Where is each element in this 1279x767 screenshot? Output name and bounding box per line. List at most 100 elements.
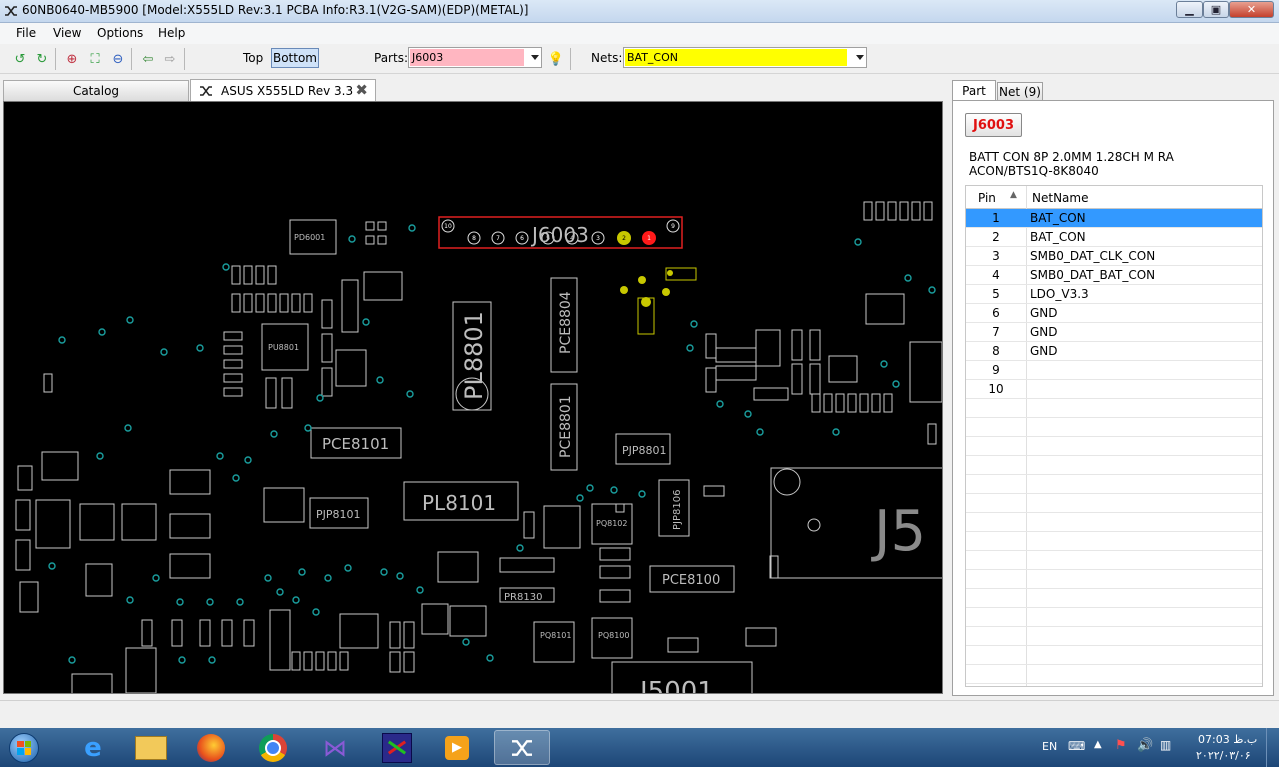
component-outline[interactable] [715, 347, 757, 363]
back-arrow-icon[interactable]: ⇦ [140, 51, 156, 67]
table-row[interactable]: 3 SMB0_DAT_CLK_CON [966, 247, 1262, 266]
component-outline[interactable] [341, 279, 359, 333]
taskbar-explorer[interactable] [124, 730, 178, 765]
component-outline[interactable] [121, 503, 157, 541]
forward-arrow-icon[interactable]: ⇨ [162, 51, 178, 67]
component-outline[interactable] [71, 673, 113, 693]
component-outline[interactable] [169, 513, 211, 539]
taskbar: e ⋈ ▶ EN ⌨ ▲ ⚑ 🔊 ▥ 07:03 ب.ظ ۲۰۲۲/۰۳/۰۶ [0, 728, 1279, 767]
taskbar-ie[interactable]: e [66, 730, 120, 765]
clock-date[interactable]: ۲۰۲۲/۰۳/۰۶ [1196, 749, 1251, 762]
table-row[interactable]: 10 [966, 380, 1262, 399]
table-row[interactable]: 8 GND [966, 342, 1262, 361]
close-button[interactable]: ✕ [1229, 1, 1274, 18]
lightbulb-icon[interactable]: 💡 [548, 51, 564, 67]
tab-net[interactable]: Net (9) [997, 82, 1043, 101]
rotate-left-icon[interactable]: ↺ [12, 51, 28, 67]
component-outline[interactable] [667, 637, 699, 653]
table-row[interactable]: 4 SMB0_DAT_BAT_CON [966, 266, 1262, 285]
component-outline[interactable] [125, 647, 157, 693]
table-row[interactable]: 9 [966, 361, 1262, 380]
volume-icon[interactable]: 🔊 [1137, 738, 1153, 753]
component-outline[interactable] [807, 518, 821, 532]
component-outline[interactable] [753, 387, 789, 401]
taskbar-visual-studio[interactable]: ⋈ [308, 730, 362, 765]
taskbar-boardviewer[interactable] [494, 730, 550, 765]
chevron-down-icon[interactable] [856, 55, 864, 60]
component-outline[interactable] [263, 487, 305, 523]
menu-options[interactable]: Options [97, 26, 143, 40]
component-outline[interactable] [773, 468, 801, 496]
part-label: PJP8106 [672, 490, 683, 530]
pin-column-header[interactable]: Pin [978, 191, 996, 205]
component-outline[interactable] [79, 503, 115, 541]
tab-part[interactable]: Part [952, 80, 996, 101]
tab-board[interactable]: ASUS X555LD Rev 3.3 ✖ [190, 79, 376, 101]
component-outline[interactable] [421, 603, 449, 635]
language-indicator[interactable]: EN [1042, 740, 1057, 753]
table-row[interactable]: 2 BAT_CON [966, 228, 1262, 247]
bottom-side-button[interactable]: Bottom [271, 48, 319, 68]
keyboard-icon[interactable]: ⌨ [1068, 739, 1085, 753]
component-outline[interactable] [35, 499, 71, 549]
menu-bar: File View Options Help [0, 23, 1279, 44]
table-row[interactable]: 1 BAT_CON [966, 209, 1262, 228]
top-side-button[interactable]: Top [243, 51, 263, 65]
menu-help[interactable]: Help [158, 26, 185, 40]
pin-number-cell: 6 [992, 306, 1000, 320]
table-row[interactable]: 7 GND [966, 323, 1262, 342]
taskbar-chrome[interactable] [246, 730, 300, 765]
component-outline[interactable] [909, 341, 942, 403]
component-outline[interactable] [865, 293, 905, 325]
component-outline[interactable] [449, 605, 487, 637]
component-outline[interactable] [533, 621, 575, 663]
parts-combobox[interactable]: J6003 [408, 47, 542, 68]
part-label: PQ8100 [598, 631, 629, 640]
component-outline[interactable] [543, 505, 581, 549]
component-outline[interactable] [269, 609, 291, 671]
component-outline[interactable] [437, 551, 479, 583]
nets-value: BAT_CON [625, 49, 847, 66]
menu-view[interactable]: View [53, 26, 81, 40]
close-tab-icon[interactable]: ✖ [355, 81, 368, 99]
network-icon[interactable]: ▥ [1160, 738, 1171, 752]
table-row[interactable]: 5 LDO_V3.3 [966, 285, 1262, 304]
toolbar-separator [55, 48, 56, 70]
toolbar-separator [184, 48, 185, 70]
component-outline[interactable] [715, 365, 757, 381]
rotate-right-icon[interactable]: ↻ [34, 51, 50, 67]
component-outline[interactable] [169, 469, 211, 495]
maximize-button[interactable]: ▣ [1203, 1, 1229, 18]
nets-combobox[interactable]: BAT_CON [623, 47, 867, 68]
fit-view-icon[interactable]: ⛶ [87, 51, 103, 67]
zoom-in-icon[interactable]: ⊕ [64, 51, 80, 67]
menu-file[interactable]: File [16, 26, 36, 40]
tab-catalog[interactable]: Catalog [3, 80, 189, 101]
board-view-canvas[interactable]: 10 8 7 6 5 4 3 2 1 9 J6003 PL8801 PCE880… [3, 101, 943, 694]
taskbar-app-tracks[interactable] [370, 730, 424, 765]
part-name-button[interactable]: J6003 [965, 113, 1022, 137]
component-outline[interactable] [85, 563, 113, 597]
show-desktop-button[interactable] [1266, 728, 1279, 767]
clock-time[interactable]: 07:03 ب.ظ [1198, 733, 1257, 746]
component-outline[interactable] [499, 557, 555, 573]
component-outline[interactable] [339, 613, 379, 649]
component-outline[interactable] [745, 627, 777, 647]
component-outline[interactable] [335, 349, 367, 387]
component-outline[interactable] [363, 271, 403, 301]
netname-column-header[interactable]: NetName [1032, 191, 1088, 205]
show-hidden-icons-icon[interactable]: ▲ [1094, 739, 1102, 750]
component-outline[interactable] [755, 329, 781, 367]
action-center-flag-icon[interactable]: ⚑ [1115, 738, 1127, 753]
component-outline[interactable] [41, 451, 79, 481]
zoom-out-icon[interactable]: ⊖ [110, 51, 126, 67]
pcb-layout[interactable]: 10 8 7 6 5 4 3 2 1 9 J6003 PL8801 PCE880… [4, 102, 942, 693]
component-outline[interactable] [169, 553, 211, 579]
taskbar-firefox[interactable] [184, 730, 238, 765]
minimize-button[interactable]: ▁ [1176, 1, 1203, 18]
chevron-down-icon[interactable] [531, 55, 539, 60]
component-outline[interactable] [828, 355, 858, 383]
table-row[interactable]: 6 GND [966, 304, 1262, 323]
taskbar-media-player[interactable]: ▶ [430, 730, 484, 765]
start-button[interactable] [4, 730, 44, 765]
